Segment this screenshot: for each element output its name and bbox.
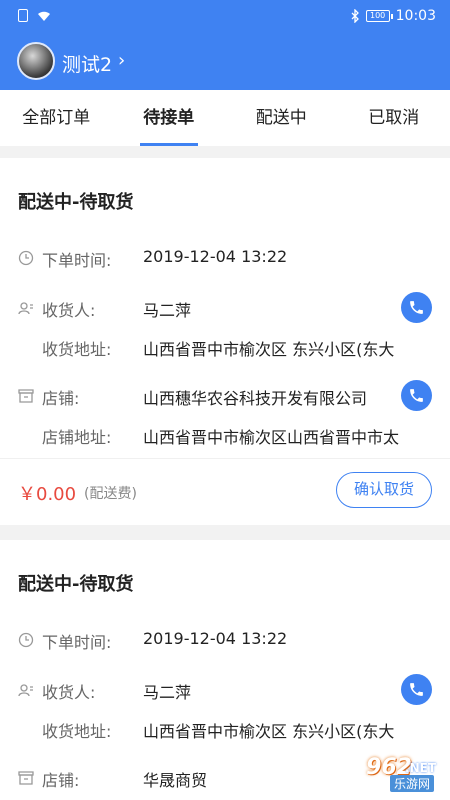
confirm-pickup-button[interactable]: 确认取货 (336, 472, 432, 508)
call-store-button[interactable] (401, 380, 432, 411)
app-header: 测试2 › (0, 34, 450, 90)
watermark-net: .NET (405, 761, 436, 775)
tab-all-orders[interactable]: 全部订单 (0, 90, 113, 146)
phone-icon (410, 389, 423, 402)
store-address-row: 店铺地址: 山西省晋中市榆次区山西省晋中市太 (18, 421, 432, 449)
order-time-row: 下单时间: 2019-12-04 13:22 (18, 626, 432, 654)
chevron-right-icon[interactable]: › (118, 50, 125, 71)
receiver-row: 收货人: 马二萍 (18, 674, 432, 705)
receiver-address-label: 收货地址: (42, 340, 112, 359)
person-card-icon (18, 302, 33, 315)
watermark-text: 乐游网 (389, 775, 434, 792)
receiver-label: 收货人: (42, 301, 96, 320)
order-tabs: 全部订单 待接单 配送中 已取消 (0, 90, 450, 146)
receiver-address-value: 山西省晋中市榆次区 东兴小区(东大 (143, 722, 395, 741)
order-time-value: 2019-12-04 13:22 (143, 247, 288, 266)
status-time: 10:03 (395, 8, 436, 24)
store-icon (18, 389, 34, 403)
person-card-icon (18, 684, 33, 697)
call-receiver-button[interactable] (401, 674, 432, 705)
order-status-title: 配送中-待取货 (18, 574, 134, 595)
divider (0, 458, 450, 459)
delivery-fee-price: ￥0.00 (18, 484, 77, 505)
receiver-address-row: 收货地址: 山西省晋中市榆次区 东兴小区(东大 (18, 333, 432, 361)
delivery-fee-note: (配送费) (84, 486, 137, 502)
receiver-address-label: 收货地址: (42, 722, 112, 741)
call-receiver-button[interactable] (401, 292, 432, 323)
store-value: 山西穗华农谷科技开发有限公司 (143, 389, 368, 408)
user-name[interactable]: 测试2 (62, 50, 112, 77)
clock-icon (18, 250, 34, 266)
status-right: 100 10:03 (350, 8, 436, 24)
sim-card-icon (18, 9, 28, 22)
tab-cancelled[interactable]: 已取消 (338, 90, 450, 146)
tab-delivering[interactable]: 配送中 (225, 90, 338, 146)
tab-pending-accept[interactable]: 待接单 (113, 90, 226, 146)
clock-icon (18, 632, 34, 648)
order-card[interactable]: 配送中-待取货 下单时间: 2019-12-04 13:22 收货人: 马二萍 … (0, 158, 450, 525)
wifi-icon (38, 11, 50, 21)
order-time-label: 下单时间: (42, 633, 112, 652)
receiver-label: 收货人: (42, 683, 96, 702)
store-label: 店铺: (42, 771, 80, 790)
order-time-row: 下单时间: 2019-12-04 13:22 (18, 244, 432, 272)
status-bar: 100 10:03 (0, 0, 450, 34)
status-left (18, 9, 52, 22)
receiver-address-value: 山西省晋中市榆次区 东兴小区(东大 (143, 340, 395, 359)
phone-icon (410, 301, 423, 314)
store-label: 店铺: (42, 389, 80, 408)
avatar[interactable] (17, 42, 55, 80)
order-time-value: 2019-12-04 13:22 (143, 629, 288, 648)
store-address-label: 店铺地址: (42, 428, 112, 447)
receiver-row: 收货人: 马二萍 (18, 292, 432, 323)
store-address-value: 山西省晋中市榆次区山西省晋中市太 (143, 428, 400, 447)
phone-icon (410, 683, 423, 696)
battery-icon: 100 (365, 10, 393, 22)
receiver-address-row: 收货地址: 山西省晋中市榆次区 东兴小区(东大 (18, 715, 432, 743)
order-time-label: 下单时间: (42, 251, 112, 270)
bluetooth-icon (351, 9, 359, 23)
store-row: 店铺: 山西穗华农谷科技开发有限公司 (18, 380, 432, 411)
receiver-value: 马二萍 (143, 301, 192, 320)
order-status-title: 配送中-待取货 (18, 192, 134, 213)
receiver-value: 马二萍 (143, 683, 192, 702)
store-icon (18, 771, 34, 785)
site-watermark-logo: 962 .NET 乐游网 (354, 755, 444, 796)
